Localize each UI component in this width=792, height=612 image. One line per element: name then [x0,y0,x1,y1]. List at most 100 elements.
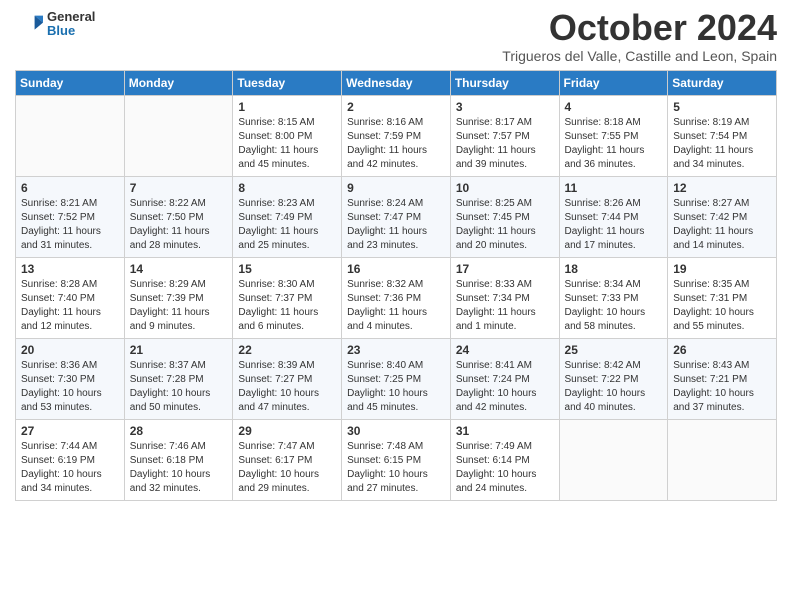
day-info: Sunrise: 8:33 AM Sunset: 7:34 PM Dayligh… [456,278,554,334]
day-number: 31 [456,424,554,438]
calendar-cell: 23 Sunrise: 8:40 AM Sunset: 7:25 PM Dayli… [342,339,451,420]
day-info: Sunrise: 8:23 AM Sunset: 7:49 PM Dayligh… [238,197,336,253]
calendar-cell [668,420,777,501]
calendar-cell: 11 Sunrise: 8:26 AM Sunset: 7:44 PM Dayli… [559,177,668,258]
day-of-week-wednesday: Wednesday [342,71,451,96]
day-info: Sunrise: 8:24 AM Sunset: 7:47 PM Dayligh… [347,197,445,253]
day-number: 25 [565,343,663,357]
day-info: Sunrise: 8:39 AM Sunset: 7:27 PM Dayligh… [238,359,336,415]
day-number: 22 [238,343,336,357]
day-info: Sunrise: 8:35 AM Sunset: 7:31 PM Dayligh… [673,278,771,334]
logo-general: General [47,10,95,24]
calendar-cell: 8 Sunrise: 8:23 AM Sunset: 7:49 PM Daylig… [233,177,342,258]
calendar-cell: 27 Sunrise: 7:44 AM Sunset: 6:19 PM Dayli… [16,420,125,501]
day-number: 8 [238,181,336,195]
calendar-cell: 9 Sunrise: 8:24 AM Sunset: 7:47 PM Daylig… [342,177,451,258]
day-info: Sunrise: 8:34 AM Sunset: 7:33 PM Dayligh… [565,278,663,334]
day-info: Sunrise: 8:29 AM Sunset: 7:39 PM Dayligh… [130,278,228,334]
day-info: Sunrise: 8:40 AM Sunset: 7:25 PM Dayligh… [347,359,445,415]
calendar-cell: 20 Sunrise: 8:36 AM Sunset: 7:30 PM Dayli… [16,339,125,420]
calendar-cell: 18Sunrise: 8:34 AM Sunset: 7:33 PM Dayli… [559,258,668,339]
day-info: Sunrise: 8:26 AM Sunset: 7:44 PM Dayligh… [565,197,663,253]
day-info: Sunrise: 8:43 AM Sunset: 7:21 PM Dayligh… [673,359,771,415]
month-title: October 2024 [502,10,777,46]
logo-icon [15,10,43,38]
day-of-week-tuesday: Tuesday [233,71,342,96]
day-number: 17 [456,262,554,276]
calendar-cell: 19 Sunrise: 8:35 AM Sunset: 7:31 PM Dayli… [668,258,777,339]
day-info: Sunrise: 8:27 AM Sunset: 7:42 PM Dayligh… [673,197,771,253]
day-of-week-friday: Friday [559,71,668,96]
calendar-cell: 6 Sunrise: 8:21 AM Sunset: 7:52 PM Daylig… [16,177,125,258]
day-number: 16 [347,262,445,276]
day-info: Sunrise: 8:37 AM Sunset: 7:28 PM Dayligh… [130,359,228,415]
calendar: SundayMondayTuesdayWednesdayThursdayFrid… [15,70,777,501]
calendar-week-1: 1 Sunrise: 8:15 AM Sunset: 8:00 PM Daylig… [16,96,777,177]
calendar-cell: 24Sunrise: 8:41 AM Sunset: 7:24 PM Dayli… [450,339,559,420]
calendar-cell: 4 Sunrise: 8:18 AM Sunset: 7:55 PM Daylig… [559,96,668,177]
calendar-cell: 21 Sunrise: 8:37 AM Sunset: 7:28 PM Dayli… [124,339,233,420]
page-header: General Blue October 2024 Trigueros del … [15,10,777,64]
day-number: 26 [673,343,771,357]
day-info: Sunrise: 8:32 AM Sunset: 7:36 PM Dayligh… [347,278,445,334]
day-number: 28 [130,424,228,438]
day-number: 10 [456,181,554,195]
calendar-cell: 1 Sunrise: 8:15 AM Sunset: 8:00 PM Daylig… [233,96,342,177]
calendar-cell: 5Sunrise: 8:19 AM Sunset: 7:54 PM Daylig… [668,96,777,177]
calendar-cell: 15Sunrise: 8:30 AM Sunset: 7:37 PM Dayli… [233,258,342,339]
day-number: 2 [347,100,445,114]
calendar-cell: 14 Sunrise: 8:29 AM Sunset: 7:39 PM Dayli… [124,258,233,339]
calendar-cell [16,96,125,177]
day-info: Sunrise: 7:49 AM Sunset: 6:14 PM Dayligh… [456,440,554,496]
day-number: 15 [238,262,336,276]
day-number: 30 [347,424,445,438]
calendar-cell [559,420,668,501]
calendar-week-3: 13 Sunrise: 8:28 AM Sunset: 7:40 PM Dayli… [16,258,777,339]
day-info: Sunrise: 8:18 AM Sunset: 7:55 PM Dayligh… [565,116,663,172]
day-info: Sunrise: 8:25 AM Sunset: 7:45 PM Dayligh… [456,197,554,253]
day-info: Sunrise: 8:36 AM Sunset: 7:30 PM Dayligh… [21,359,119,415]
day-info: Sunrise: 8:16 AM Sunset: 7:59 PM Dayligh… [347,116,445,172]
day-header-row: SundayMondayTuesdayWednesdayThursdayFrid… [16,71,777,96]
day-number: 19 [673,262,771,276]
day-number: 1 [238,100,336,114]
day-number: 13 [21,262,119,276]
calendar-body: 1 Sunrise: 8:15 AM Sunset: 8:00 PM Daylig… [16,96,777,501]
calendar-week-4: 20 Sunrise: 8:36 AM Sunset: 7:30 PM Dayli… [16,339,777,420]
calendar-cell [124,96,233,177]
day-info: Sunrise: 7:48 AM Sunset: 6:15 PM Dayligh… [347,440,445,496]
day-number: 3 [456,100,554,114]
day-number: 21 [130,343,228,357]
day-number: 27 [21,424,119,438]
day-info: Sunrise: 7:44 AM Sunset: 6:19 PM Dayligh… [21,440,119,496]
day-number: 23 [347,343,445,357]
day-number: 11 [565,181,663,195]
day-of-week-sunday: Sunday [16,71,125,96]
day-of-week-monday: Monday [124,71,233,96]
day-number: 14 [130,262,228,276]
day-info: Sunrise: 8:41 AM Sunset: 7:24 PM Dayligh… [456,359,554,415]
day-info: Sunrise: 7:47 AM Sunset: 6:17 PM Dayligh… [238,440,336,496]
calendar-cell: 12Sunrise: 8:27 AM Sunset: 7:42 PM Dayli… [668,177,777,258]
calendar-cell: 29 Sunrise: 7:47 AM Sunset: 6:17 PM Dayli… [233,420,342,501]
day-info: Sunrise: 8:21 AM Sunset: 7:52 PM Dayligh… [21,197,119,253]
day-of-week-saturday: Saturday [668,71,777,96]
calendar-cell: 22 Sunrise: 8:39 AM Sunset: 7:27 PM Dayli… [233,339,342,420]
day-number: 7 [130,181,228,195]
day-info: Sunrise: 7:46 AM Sunset: 6:18 PM Dayligh… [130,440,228,496]
logo-blue: Blue [47,24,95,38]
day-number: 20 [21,343,119,357]
calendar-cell: 3Sunrise: 8:17 AM Sunset: 7:57 PM Daylig… [450,96,559,177]
day-number: 4 [565,100,663,114]
calendar-cell: 31 Sunrise: 7:49 AM Sunset: 6:14 PM Dayli… [450,420,559,501]
day-number: 29 [238,424,336,438]
day-info: Sunrise: 8:42 AM Sunset: 7:22 PM Dayligh… [565,359,663,415]
title-block: October 2024 Trigueros del Valle, Castil… [502,10,777,64]
day-info: Sunrise: 8:28 AM Sunset: 7:40 PM Dayligh… [21,278,119,334]
day-number: 6 [21,181,119,195]
calendar-cell: 10 Sunrise: 8:25 AM Sunset: 7:45 PM Dayli… [450,177,559,258]
day-number: 9 [347,181,445,195]
day-info: Sunrise: 8:15 AM Sunset: 8:00 PM Dayligh… [238,116,336,172]
calendar-cell: 2 Sunrise: 8:16 AM Sunset: 7:59 PM Daylig… [342,96,451,177]
calendar-cell: 16 Sunrise: 8:32 AM Sunset: 7:36 PM Dayli… [342,258,451,339]
